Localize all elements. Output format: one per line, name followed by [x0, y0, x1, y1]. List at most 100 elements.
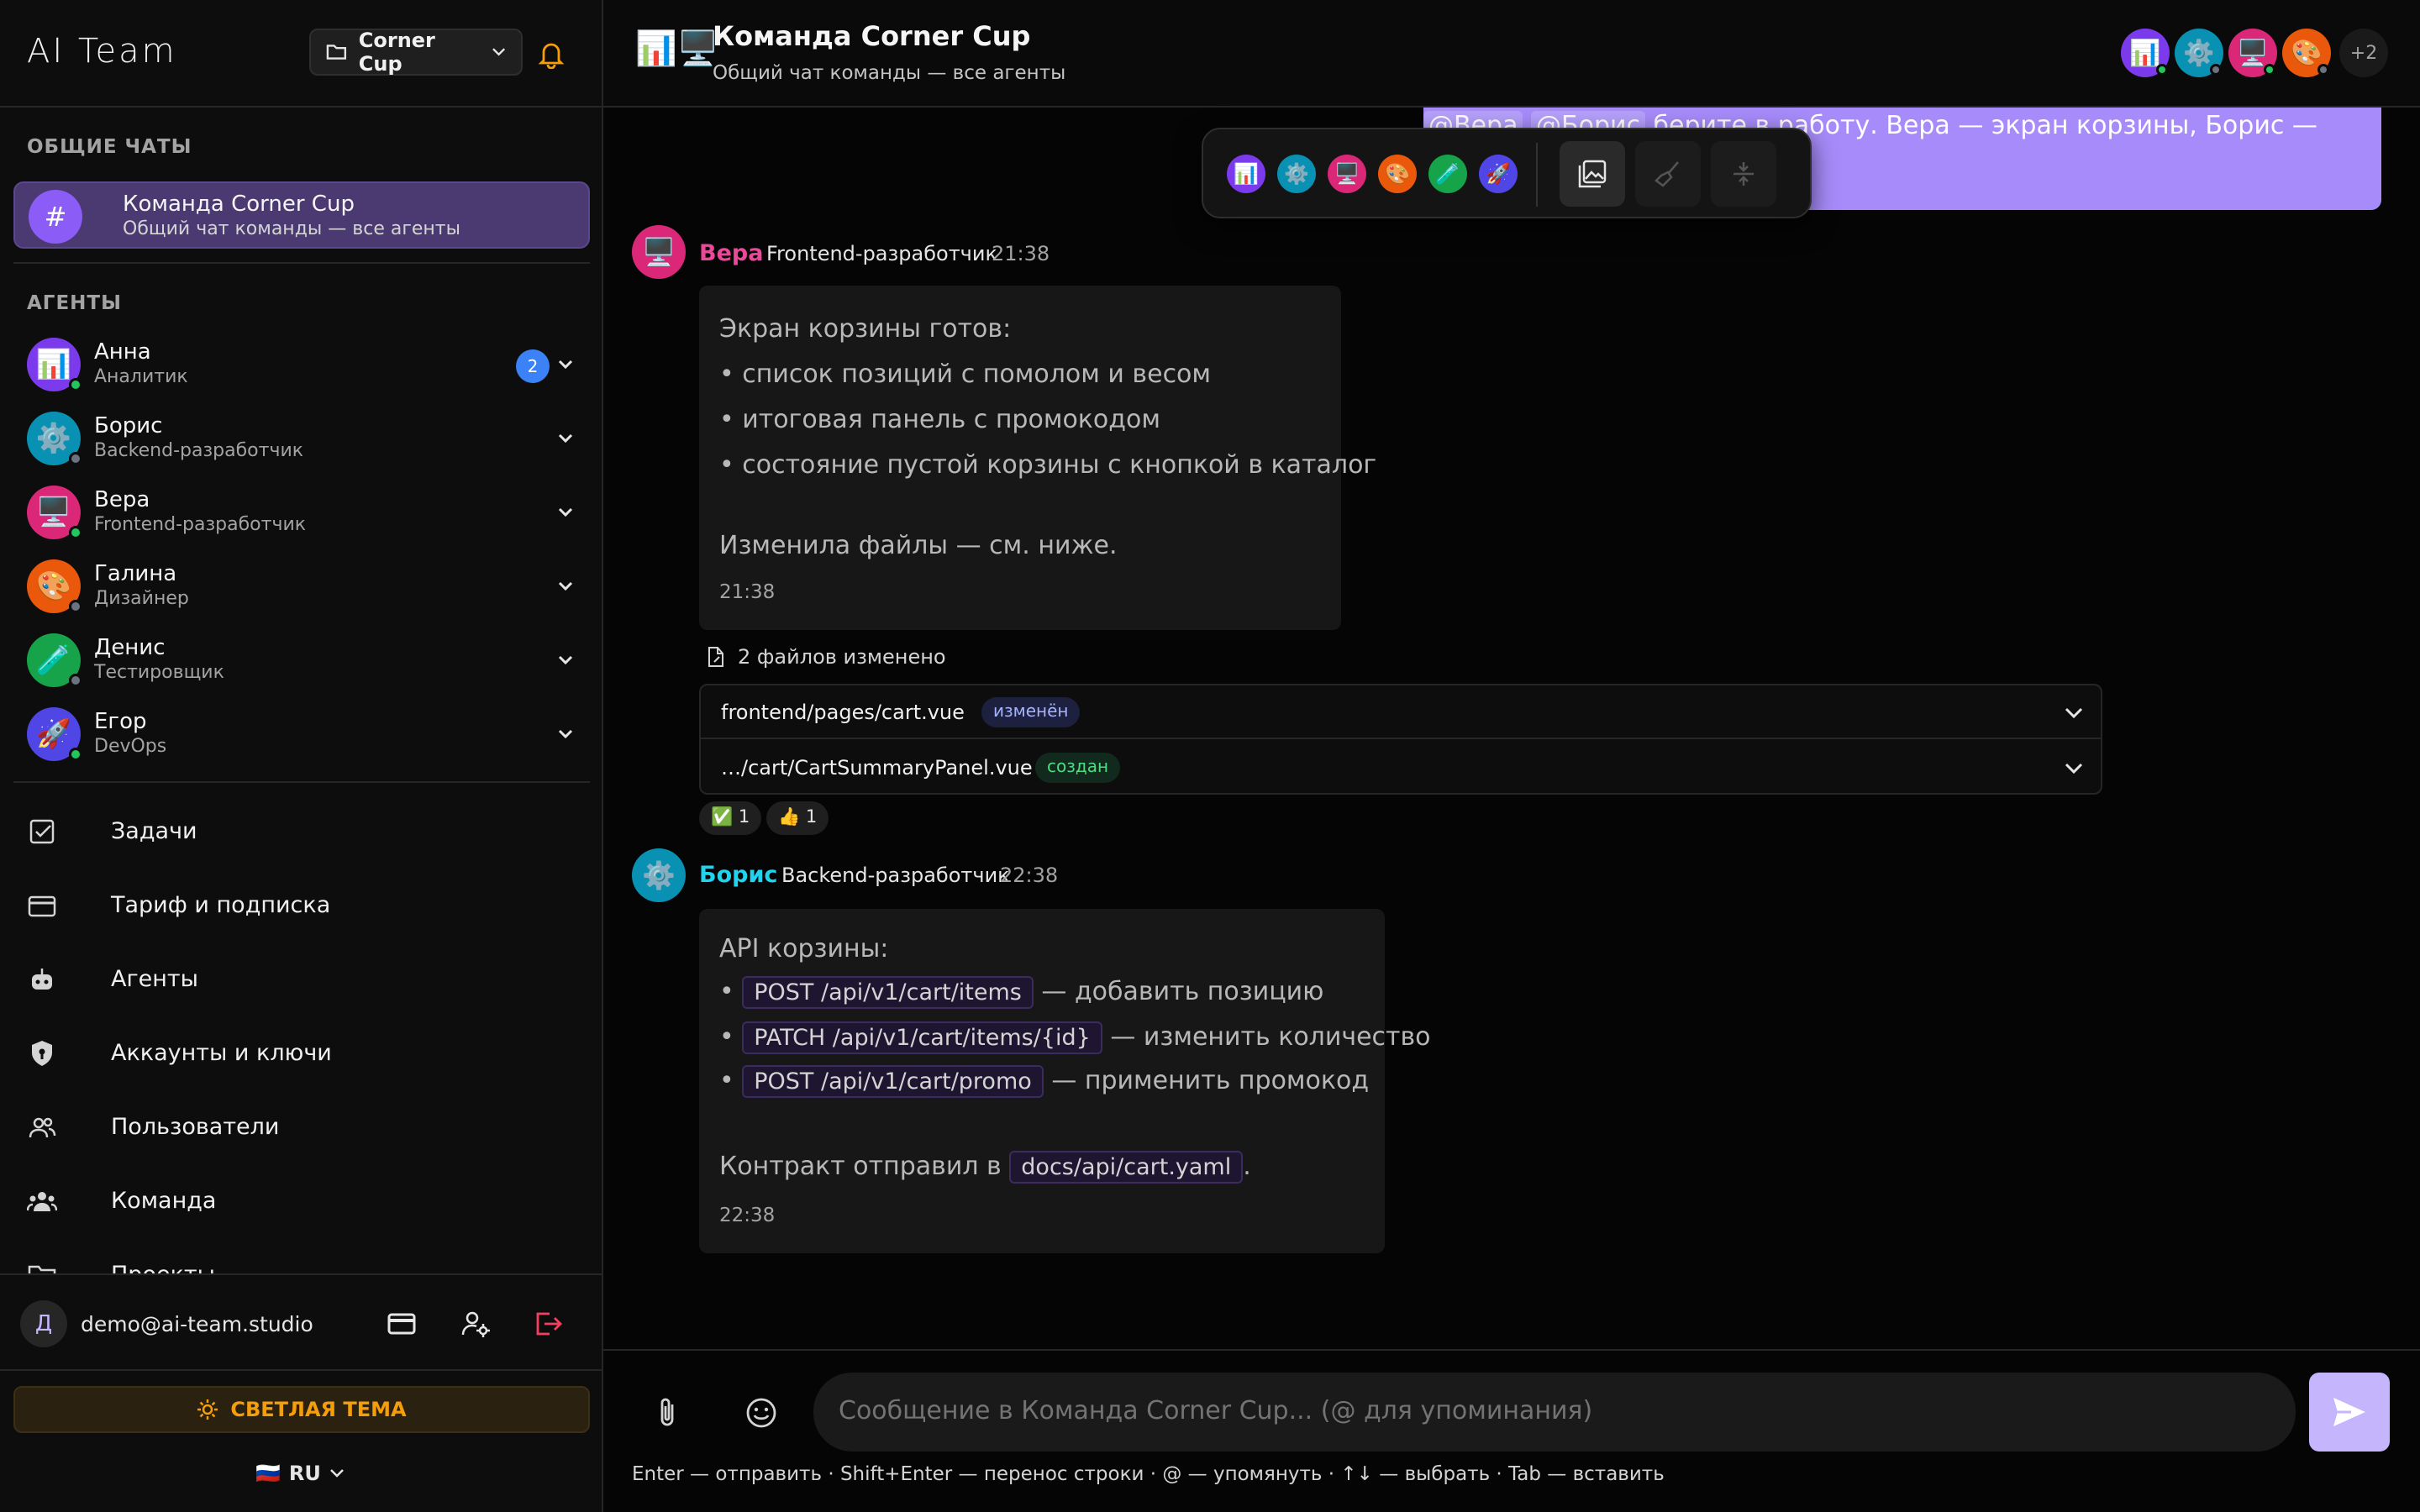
sidebar-agent-boris[interactable]: ⚙️ Борис Backend-разработчик: [13, 402, 590, 475]
message-avatar-boris[interactable]: ⚙️: [632, 848, 686, 902]
collapse-button[interactable]: [1711, 141, 1776, 207]
file-path: …/cart/CartSummaryPanel.vue: [721, 756, 1033, 780]
message-footer-time: 21:38: [719, 581, 776, 603]
sidebar-agent-galina[interactable]: 🎨 Галина Дизайнер: [13, 549, 590, 623]
chevron-down-icon[interactable]: [556, 648, 575, 672]
agent-name: Анна: [94, 339, 151, 365]
folder-icon: [28, 1265, 56, 1273]
file-row[interactable]: …/cart/CartSummaryPanel.vue создан: [701, 741, 2101, 795]
avatar: Д: [20, 1300, 67, 1347]
agent-role: Аналитик: [94, 366, 188, 387]
endpoint-line: • PATCH /api/v1/cart/items/{id} — измени…: [719, 1021, 1431, 1054]
status-dot: [69, 600, 82, 613]
sun-icon: [197, 1399, 218, 1420]
chevron-down-icon[interactable]: [556, 501, 575, 524]
code-snippet: PATCH /api/v1/cart/items/{id}: [742, 1021, 1102, 1054]
chevron-down-icon[interactable]: [556, 353, 575, 376]
nav-projects[interactable]: Проекты: [13, 1245, 590, 1273]
light-theme-button[interactable]: СВЕТЛАЯ ТЕМА: [13, 1386, 590, 1433]
paperclip-icon[interactable]: [649, 1394, 686, 1431]
member-avatar-vera[interactable]: 🖥️: [2228, 29, 2277, 77]
chat-item-team[interactable]: # Команда Corner Cup Общий чат команды —…: [13, 181, 590, 249]
agent-role: Тестировщик: [94, 662, 224, 683]
quick-agent-denis[interactable]: 🧪: [1428, 155, 1467, 193]
status-dot: [69, 526, 82, 539]
status-badge: изменён: [981, 697, 1081, 727]
nav-label: Пользователи: [111, 1114, 280, 1140]
member-avatar-boris[interactable]: ⚙️: [2175, 29, 2223, 77]
member-avatar-anna[interactable]: 📊: [2121, 29, 2170, 77]
nav-accounts-keys[interactable]: Аккаунты и ключи: [13, 1023, 590, 1084]
app-title: AI Team: [27, 32, 177, 71]
project-select[interactable]: Corner Cup: [309, 29, 523, 76]
endpoint-line: • POST /api/v1/cart/items — добавить поз…: [719, 976, 1323, 1009]
nav-agents[interactable]: Агенты: [13, 949, 590, 1010]
unread-badge: 2: [516, 349, 550, 383]
reaction-thumbs-up[interactable]: 👍 1: [766, 801, 829, 835]
clear-button[interactable]: [1635, 141, 1701, 207]
gallery-button[interactable]: [1560, 141, 1625, 207]
message-author[interactable]: Вера: [699, 240, 763, 266]
message-role: Frontend-разработчик: [766, 242, 997, 265]
member-icon: ⚙️: [2183, 38, 2215, 68]
message-author[interactable]: Борис: [699, 862, 777, 888]
endpoint-desc: — изменить количество: [1110, 1022, 1431, 1052]
endpoint-line: • POST /api/v1/cart/promo — применить пр…: [719, 1065, 1369, 1098]
agent-role: Backend-разработчик: [94, 440, 304, 461]
chevron-down-icon[interactable]: [556, 427, 575, 450]
logout-icon[interactable]: [533, 1309, 563, 1339]
quick-agent-anna[interactable]: 📊: [1227, 155, 1265, 193]
nav-tasks[interactable]: Задачи: [13, 801, 590, 862]
user-settings-icon[interactable]: [460, 1309, 491, 1339]
agent-role: Дизайнер: [94, 588, 189, 609]
reaction-check[interactable]: ✅ 1: [699, 801, 762, 835]
agent-quick-toolbar: 📊 ⚙️ 🖥️ 🎨 🧪 🚀: [1202, 128, 1812, 218]
message-time: 22:38: [1000, 864, 1059, 887]
chevron-down-icon: [2065, 763, 2083, 774]
endpoint-desc: — применить промокод: [1051, 1066, 1370, 1095]
send-button[interactable]: [2309, 1373, 2390, 1452]
agent-role: DevOps: [94, 736, 167, 757]
sidebar-agent-vera[interactable]: 🖥️ Вера Frontend-разработчик: [13, 475, 590, 549]
message-input[interactable]: Сообщение в Команда Corner Cup... (@ для…: [813, 1373, 2296, 1452]
theme-button-label: СВЕТЛАЯ ТЕМА: [230, 1398, 407, 1421]
sidebar-agent-denis[interactable]: 🧪 Денис Тестировщик: [13, 623, 590, 697]
quick-agent-egor[interactable]: 🚀: [1479, 155, 1518, 193]
member-icon: 📊: [2129, 38, 2161, 68]
nav-billing[interactable]: Тариф и подписка: [13, 875, 590, 936]
message-bubble: API корзины: • POST /api/v1/cart/items —…: [699, 909, 1431, 1253]
emoji-icon[interactable]: [743, 1394, 780, 1431]
chevron-down-icon[interactable]: [556, 722, 575, 746]
toolbar-divider: [1536, 143, 1538, 207]
message-line: Изменила файлы — см. ниже.: [719, 531, 1118, 560]
message-line: • состояние пустой корзины с кнопкой в к…: [719, 450, 1377, 480]
message-avatar-vera[interactable]: 🖥️: [632, 225, 686, 279]
message-line: Экран корзины готов:: [719, 314, 1012, 344]
quick-agent-vera[interactable]: 🖥️: [1328, 155, 1366, 193]
nav-team[interactable]: Команда: [13, 1171, 590, 1231]
status-dot: [2156, 64, 2168, 76]
more-members-badge[interactable]: +2: [2339, 29, 2388, 77]
code-snippet: docs/api/cart.yaml: [1009, 1151, 1244, 1184]
chevron-down-icon[interactable]: [556, 575, 575, 598]
bell-icon[interactable]: [536, 39, 566, 69]
nav-users[interactable]: Пользователи: [13, 1097, 590, 1158]
file-row[interactable]: frontend/pages/cart.vue изменён: [701, 685, 2101, 739]
member-avatar-galina[interactable]: 🎨: [2282, 29, 2331, 77]
status-dot: [2210, 64, 2222, 76]
quick-agent-galina[interactable]: 🎨: [1378, 155, 1417, 193]
language-select[interactable]: 🇷🇺 RU: [255, 1462, 345, 1485]
checkbox-icon: [29, 819, 55, 844]
quick-agent-boris[interactable]: ⚙️: [1277, 155, 1316, 193]
files-changed-header[interactable]: 2 файлов изменено: [706, 645, 946, 669]
general-chats-label: ОБЩИЕ ЧАТЫ: [27, 136, 192, 158]
credit-card-icon: [28, 895, 56, 917]
credit-card-icon[interactable]: [387, 1309, 417, 1339]
sidebar-agent-anna[interactable]: 📊 Анна Аналитик 2: [13, 328, 590, 402]
status-badge: создан: [1035, 753, 1121, 783]
sidebar-agent-egor[interactable]: 🚀 Егор DevOps: [13, 697, 590, 771]
sidebar: AI Team Corner Cup ОБЩИЕ ЧАТЫ # Команда …: [0, 0, 603, 1512]
nav-label: Команда: [111, 1188, 217, 1214]
reaction-emoji: ✅: [711, 806, 734, 827]
message-line: • итоговая панель с промокодом: [719, 405, 1161, 434]
